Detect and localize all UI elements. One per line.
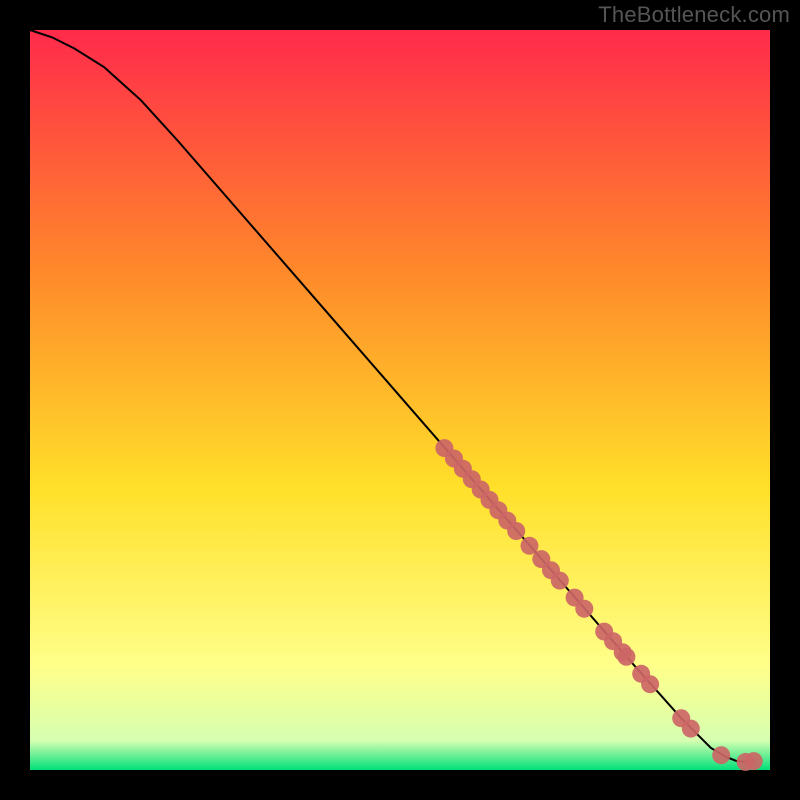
watermark-text: TheBottleneck.com: [598, 2, 790, 28]
chart-stage: TheBottleneck.com: [0, 0, 800, 800]
data-point: [507, 522, 525, 540]
plot-background: [30, 30, 770, 770]
data-point: [575, 600, 593, 618]
data-point: [712, 746, 730, 764]
data-point: [641, 675, 659, 693]
data-point: [745, 752, 763, 770]
data-point: [682, 720, 700, 738]
data-point: [617, 648, 635, 666]
chart-svg: [0, 0, 800, 800]
data-point: [551, 572, 569, 590]
